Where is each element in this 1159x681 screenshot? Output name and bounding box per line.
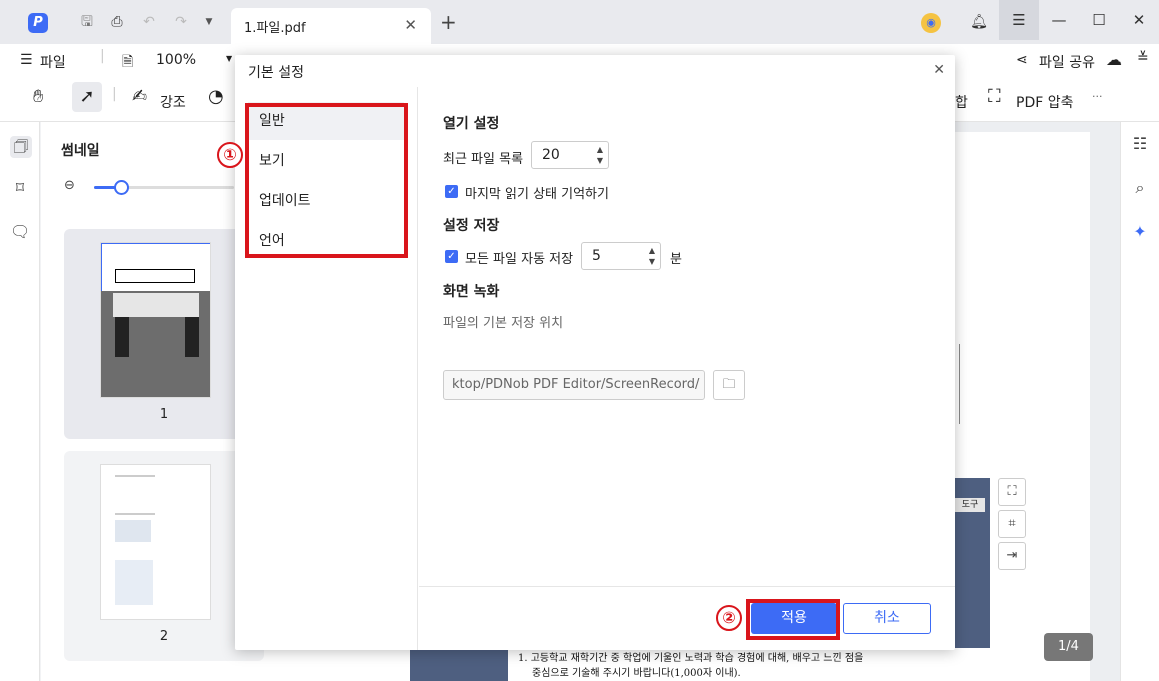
hamburger-icon[interactable]: ☰ <box>20 52 33 68</box>
undo-icon[interactable]: ↶ <box>140 13 158 31</box>
settings-nav: 일반 보기 업데이트 언어 <box>235 87 418 650</box>
compress-icon[interactable]: ⛶ <box>988 86 1001 107</box>
select-icon[interactable]: ➚ <box>72 82 102 112</box>
highlight-icon[interactable]: ✍︎ <box>132 86 147 107</box>
ai-sparkle-icon[interactable]: ✦ <box>1130 222 1150 242</box>
app-logo: P <box>28 13 48 33</box>
zoom-dropdown-icon[interactable]: ▼ <box>226 54 232 63</box>
save-location-field[interactable]: ktop/PDNob PDF Editor/ScreenRecord/ <box>443 370 705 400</box>
bell-icon[interactable]: 🔔︎ <box>970 13 988 31</box>
thumbnail-page-2[interactable]: 2 <box>64 451 264 661</box>
stepper-arrows-icon[interactable]: ▲ ▼ <box>649 245 655 267</box>
divider: | <box>112 86 117 102</box>
comment-icon[interactable]: 🗨︎ <box>10 222 30 242</box>
save-location-label: 파일의 기본 저장 위치 <box>443 316 564 331</box>
thumbnail-title: 썸네일 <box>61 143 100 159</box>
annotation-marker-2: ② <box>716 605 742 631</box>
properties-icon[interactable]: ☷ <box>1130 134 1150 154</box>
open-settings-heading: 열기 설정 <box>443 116 500 132</box>
dialog-footer: 적용 취소 <box>419 586 955 650</box>
recent-files-value: 20 <box>542 147 560 163</box>
chevron-down-icon[interactable]: ▼ <box>200 13 218 31</box>
thumbnail-page-number: 2 <box>159 629 169 644</box>
export-icon[interactable]: ⇥ <box>998 542 1026 570</box>
share-button[interactable]: 파일 공유 <box>1039 52 1095 72</box>
save-icon[interactable]: 🖫 <box>78 13 96 31</box>
close-icon[interactable]: ✕ <box>404 16 417 34</box>
minimize-icon[interactable]: — <box>1039 0 1079 40</box>
shape-icon[interactable]: ◔ <box>208 86 224 107</box>
remember-state-checkbox[interactable]: ✓ <box>445 185 458 198</box>
dialog-title: 기본 설정 <box>248 65 304 81</box>
autosave-unit: 분 <box>670 252 682 267</box>
merge-tool[interactable]: 합 <box>955 92 968 112</box>
page-icon[interactable]: 🗎 <box>122 51 133 75</box>
settings-content: 열기 설정 최근 파일 목록 20 ▲ ▼ ✓ 마지막 읽기 상태 기억하기 설정… <box>419 87 955 586</box>
page-indicator: 1/4 <box>1044 633 1093 661</box>
menu-icon[interactable]: ☰ <box>999 0 1039 40</box>
ocr-icon[interactable]: ⌗ <box>998 510 1026 538</box>
nav-language[interactable]: 언어 <box>248 222 404 260</box>
compress-tool[interactable]: PDF 압축 <box>1016 92 1074 112</box>
recent-files-label: 최근 파일 목록 <box>443 152 524 167</box>
thumbnail-page-1[interactable]: 1 <box>64 229 264 439</box>
share-icon[interactable]: ⋖ <box>1016 52 1028 68</box>
folder-icon[interactable]: 🗀 <box>713 370 745 400</box>
left-rail: 🗇 ⌑ 🗨︎ <box>0 122 40 681</box>
bookmark-icon[interactable]: ⌑ <box>10 178 30 198</box>
maximize-icon[interactable]: ☐ <box>1079 0 1119 40</box>
screen-record-heading: 화면 녹화 <box>443 284 500 300</box>
thumbnail-image <box>100 464 211 620</box>
autosave-value: 5 <box>592 248 601 264</box>
settings-dialog: 기본 설정 ✕ 일반 보기 업데이트 언어 열기 설정 최근 파일 목록 20 … <box>235 55 955 650</box>
autosave-stepper[interactable]: 5 ▲ ▼ <box>581 242 661 270</box>
remember-state-label: 마지막 읽기 상태 기억하기 <box>465 187 609 202</box>
crop-icon[interactable]: ⛶ <box>998 478 1026 506</box>
apply-button[interactable]: 적용 <box>751 603 837 634</box>
document-tab[interactable]: 1.파일.pdf ✕ <box>231 8 431 44</box>
redo-icon[interactable]: ↷ <box>172 13 190 31</box>
thumbnail-icon[interactable]: 🗇 <box>10 136 32 158</box>
highlight-tool[interactable]: 강조 <box>160 92 186 112</box>
right-rail: ☷ ⌕ ✦ <box>1120 122 1159 681</box>
cloud-upload-icon[interactable]: ☁ <box>1106 50 1122 69</box>
autosave-label: 모든 파일 자동 저장 <box>465 252 574 267</box>
window-close-icon[interactable]: ✕ <box>1119 0 1159 40</box>
cancel-button[interactable]: 취소 <box>843 603 931 634</box>
more-icon[interactable]: ··· <box>1092 90 1103 103</box>
save-settings-heading: 설정 저장 <box>443 218 500 234</box>
thumbnail-zoom-slider[interactable] <box>94 180 234 195</box>
divider: | <box>100 48 105 64</box>
search-icon[interactable]: ⌕ <box>1130 178 1150 198</box>
tab-title: 1.파일.pdf <box>244 21 306 36</box>
nav-update[interactable]: 업데이트 <box>248 182 404 220</box>
thumbnail-image <box>100 242 211 398</box>
nav-general[interactable]: 일반 <box>248 102 404 140</box>
thumbnail-page-number: 1 <box>159 407 169 422</box>
embedded-tab: 도구 <box>955 498 985 512</box>
zoom-out-icon[interactable]: ⊖ <box>64 178 75 193</box>
slider-knob[interactable] <box>114 180 129 195</box>
hand-icon[interactable]: ✋︎ <box>33 86 43 107</box>
stepper-arrows-icon[interactable]: ▲ ▼ <box>597 144 603 166</box>
user-avatar[interactable]: ◉ <box>921 13 941 33</box>
annotation-marker-1: ① <box>217 142 243 168</box>
document-text: 중심으로 기술해 주시기 바랍니다(1,000자 이내). <box>532 668 741 679</box>
dialog-close-icon[interactable]: ✕ <box>933 62 945 78</box>
print-icon[interactable]: ⎙ <box>108 13 126 31</box>
autosave-checkbox[interactable]: ✓ <box>445 250 458 263</box>
document-text: 1. 고등학교 재학기간 중 학업에 기울인 노력과 학습 경험에 대해, 배우… <box>518 653 864 664</box>
nav-view[interactable]: 보기 <box>248 142 404 180</box>
title-bar: P 🖫 ⎙ ↶ ↷ ▼ 1.파일.pdf ✕ + ◉ 🔔︎ ☰ — ☐ ✕ <box>0 0 1159 44</box>
recent-files-stepper[interactable]: 20 ▲ ▼ <box>531 141 609 169</box>
collapse-icon[interactable]: ≚ <box>1137 50 1149 66</box>
new-tab-button[interactable]: + <box>440 10 457 34</box>
file-menu[interactable]: 파일 <box>40 52 66 72</box>
zoom-level[interactable]: 100% <box>156 52 196 68</box>
